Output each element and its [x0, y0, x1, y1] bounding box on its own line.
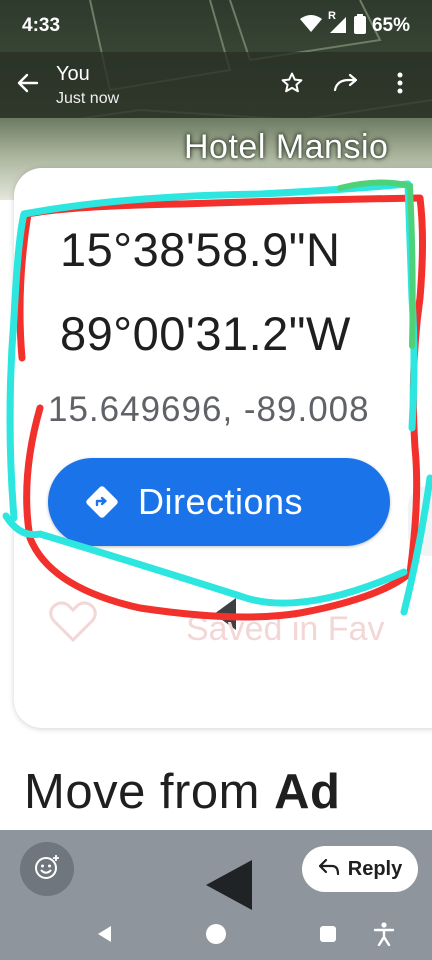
cell-signal-icon: R	[328, 10, 348, 39]
saved-label: Saved in Fav	[186, 610, 385, 648]
play-icon	[202, 858, 256, 917]
battery-percent: 65%	[371, 15, 410, 36]
shared-image[interactable]: Hotel Mansio 15°38'58.9"N 89°00'31.2"W 1…	[0, 118, 432, 830]
decimal-coordinates: 15.649696, -89.008	[48, 390, 370, 429]
roaming-indicator: R	[327, 9, 336, 22]
back-button[interactable]	[0, 52, 56, 118]
message-timestamp: Just now	[56, 89, 120, 107]
nav-back-icon	[95, 924, 113, 949]
emoji-icon	[34, 854, 60, 885]
nav-home-icon	[205, 923, 227, 950]
status-bar: 4:33 R 65%	[0, 0, 432, 52]
forward-button[interactable]	[324, 63, 368, 107]
partial-button	[408, 486, 432, 556]
caption-regular: Move from	[24, 765, 275, 819]
emoji-button[interactable]	[20, 842, 74, 896]
wifi-icon	[299, 14, 322, 38]
nav-home-button[interactable]	[202, 922, 230, 950]
place-label: Hotel Mansio	[184, 128, 389, 166]
star-icon	[280, 71, 304, 100]
back-arrow-icon	[17, 72, 39, 99]
accessibility-icon	[373, 921, 395, 951]
header-actions	[270, 63, 432, 107]
directions-label: Directions	[138, 481, 304, 522]
status-icons: R 65%	[299, 10, 410, 39]
heart-icon	[48, 600, 98, 649]
battery-icon	[353, 13, 366, 39]
directions-button[interactable]: Directions	[48, 458, 390, 546]
system-nav-bar	[0, 912, 432, 960]
nav-recents-button[interactable]	[314, 922, 342, 950]
nav-accessibility-button[interactable]	[370, 921, 398, 951]
reply-arrow-icon	[318, 858, 340, 881]
sender-name: You	[56, 62, 90, 85]
sender-block: You Just now	[56, 63, 119, 108]
reply-button[interactable]: Reply	[302, 846, 418, 892]
reply-label: Reply	[347, 857, 403, 880]
reply-bar: Reply	[0, 830, 432, 912]
directions-icon	[82, 482, 122, 522]
caption-bold: Ad	[274, 765, 341, 819]
more-vert-icon	[397, 72, 403, 99]
forward-icon	[333, 72, 359, 99]
caption-text: Move from Ad	[24, 764, 340, 820]
star-button[interactable]	[270, 63, 314, 107]
nav-back-button[interactable]	[90, 922, 118, 950]
longitude-dms: 89°00'31.2"W	[60, 307, 351, 360]
message-header: You Just now	[0, 52, 432, 118]
nav-recents-icon	[319, 925, 337, 948]
more-options-button[interactable]	[378, 63, 422, 107]
latitude-dms: 15°38'58.9"N	[60, 223, 341, 276]
status-time: 4:33	[22, 15, 61, 36]
